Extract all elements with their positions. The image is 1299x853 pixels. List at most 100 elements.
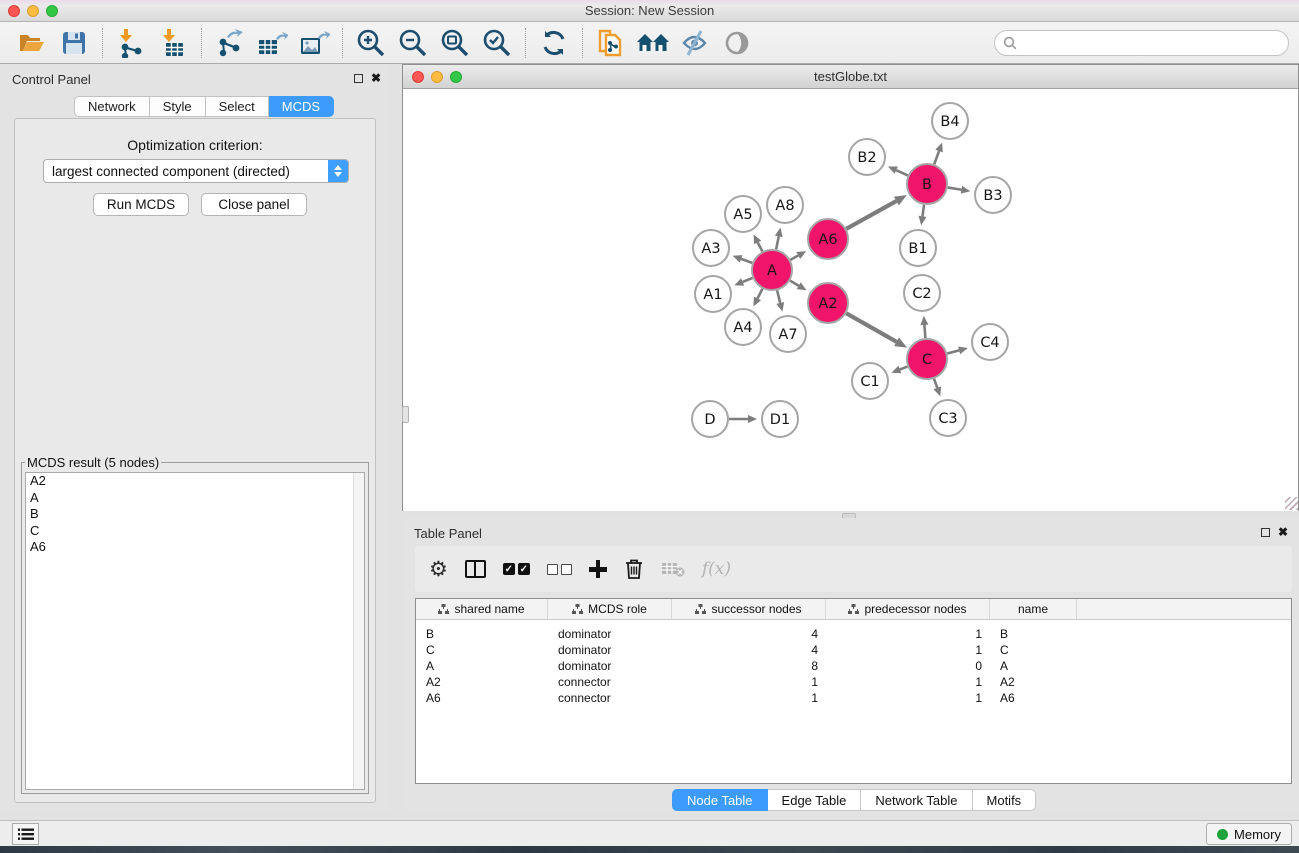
mcds-result-list[interactable]: A2 A B C A6 [25,472,365,790]
graph-edge-B-B1[interactable] [922,205,924,217]
close-panel-icon[interactable]: ✖ [1278,525,1288,539]
task-history-button[interactable] [12,823,39,845]
graph-edge-A-A6[interactable] [790,255,798,259]
export-table-icon[interactable] [254,26,290,60]
list-item[interactable]: A2 [26,473,364,490]
cell-successor-nodes[interactable]: 8 [672,659,826,673]
refresh-layout-icon[interactable] [536,26,572,60]
cell-predecessor-nodes[interactable]: 1 [826,643,990,657]
save-session-icon[interactable] [56,26,92,60]
maximize-network-button[interactable] [450,71,462,83]
add-column-icon[interactable] [589,554,607,584]
cell-predecessor-nodes[interactable]: 1 [826,627,990,641]
cell-mcds-role[interactable]: dominator [548,643,672,657]
graph-edge-A-A4[interactable] [758,289,763,299]
zoom-in-icon[interactable] [353,26,389,60]
cell-mcds-role[interactable]: connector [548,691,672,705]
network-canvas[interactable]: AA1A2A3A4A5A6A7A8BB1B2B3B4CC1C2C3C4DD1 [403,90,1298,511]
cell-predecessor-nodes[interactable]: 1 [826,675,990,689]
list-item[interactable]: A6 [26,539,364,556]
zoom-fit-icon[interactable] [437,26,473,60]
export-network-icon[interactable] [212,26,248,60]
cell-name[interactable]: C [990,643,1077,657]
close-network-button[interactable] [412,71,424,83]
search-field[interactable] [994,30,1289,56]
graph-edge-C-C3[interactable] [934,379,937,388]
duplicate-network-icon[interactable] [593,26,629,60]
tab-style[interactable]: Style [150,96,206,117]
cell-successor-nodes[interactable]: 1 [672,675,826,689]
show-columns-icon[interactable] [465,554,486,584]
close-panel-button[interactable]: Close panel [201,193,307,216]
tab-select[interactable]: Select [206,96,269,117]
settings-gear-icon[interactable]: ⚙ [429,554,448,584]
column-header-predecessor-nodes[interactable]: predecessor nodes [826,599,990,619]
open-file-icon[interactable] [14,26,50,60]
birds-eye-view-icon[interactable] [719,26,755,60]
cell-shared-name[interactable]: A [416,659,548,673]
cell-shared-name[interactable]: C [416,643,548,657]
cell-name[interactable]: A2 [990,675,1077,689]
close-panel-icon[interactable]: ✖ [371,71,381,85]
tab-mcds[interactable]: MCDS [269,96,334,117]
deselect-all-icon[interactable] [547,554,572,584]
list-item[interactable]: C [26,523,364,540]
list-item[interactable]: A [26,490,364,507]
minimize-network-button[interactable] [431,71,443,83]
cell-successor-nodes[interactable]: 4 [672,643,826,657]
list-item[interactable]: B [26,506,364,523]
cell-name[interactable]: A6 [990,691,1077,705]
graph-edge-C-C4[interactable] [947,350,959,353]
column-header-shared-name[interactable]: shared name [416,599,548,619]
close-window-button[interactable] [8,5,20,17]
delete-column-icon[interactable] [624,554,644,584]
float-panel-icon[interactable] [354,74,363,83]
search-input[interactable] [1023,36,1280,51]
cell-predecessor-nodes[interactable]: 1 [826,691,990,705]
table-row[interactable]: A2 connector 1 1 A2 [416,674,1291,690]
criterion-select[interactable]: largest connected component (directed) [43,159,349,183]
function-builder-icon[interactable]: f(x) [702,554,731,584]
cell-mcds-role[interactable]: connector [548,675,672,689]
column-header-name[interactable]: name [990,599,1077,619]
graph-edge-C-C1[interactable] [900,367,908,370]
cell-successor-nodes[interactable]: 1 [672,691,826,705]
graph-edge-B-B3[interactable] [948,187,962,189]
graph-edge-A-A1[interactable] [743,278,753,282]
home-icon[interactable] [635,26,671,60]
splitter-grip[interactable] [402,406,409,423]
float-panel-icon[interactable] [1261,528,1270,537]
graph-edge-B-B2[interactable] [896,170,908,175]
table-row[interactable]: A6 connector 1 1 A6 [416,690,1291,706]
table-row[interactable]: B dominator 4 1 B [416,626,1291,642]
minimize-window-button[interactable] [27,5,39,17]
graph-edge-A-A8[interactable] [776,236,779,249]
tab-edge-table[interactable]: Edge Table [768,789,862,811]
zoom-out-icon[interactable] [395,26,431,60]
column-header-successor-nodes[interactable]: successor nodes [672,599,826,619]
column-header-mcds-role[interactable]: MCDS role [548,599,672,619]
graph-edge-A-A3[interactable] [741,259,752,263]
import-table-icon[interactable] [155,26,191,60]
delete-table-icon[interactable] [661,554,685,584]
scrollbar[interactable] [353,473,364,789]
graph-edge-A-A5[interactable] [758,242,763,251]
import-network-icon[interactable] [113,26,149,60]
tab-motifs[interactable]: Motifs [973,789,1037,811]
graph-edge-A6-B[interactable] [846,201,896,229]
tab-network-table[interactable]: Network Table [861,789,972,811]
cell-shared-name[interactable]: A6 [416,691,548,705]
zoom-selected-icon[interactable] [479,26,515,60]
cell-shared-name[interactable]: A2 [416,675,548,689]
cell-shared-name[interactable]: B [416,627,548,641]
tab-node-table[interactable]: Node Table [672,789,768,811]
graph-edge-B-B4[interactable] [934,151,939,164]
run-mcds-button[interactable]: Run MCDS [93,193,189,216]
cell-name[interactable]: A [990,659,1077,673]
memory-button[interactable]: Memory [1206,823,1292,845]
table-row[interactable]: C dominator 4 1 C [416,642,1291,658]
cell-predecessor-nodes[interactable]: 0 [826,659,990,673]
resize-grip-icon[interactable] [1285,497,1298,510]
network-window-titlebar[interactable]: testGlobe.txt [403,65,1298,89]
cell-successor-nodes[interactable]: 4 [672,627,826,641]
